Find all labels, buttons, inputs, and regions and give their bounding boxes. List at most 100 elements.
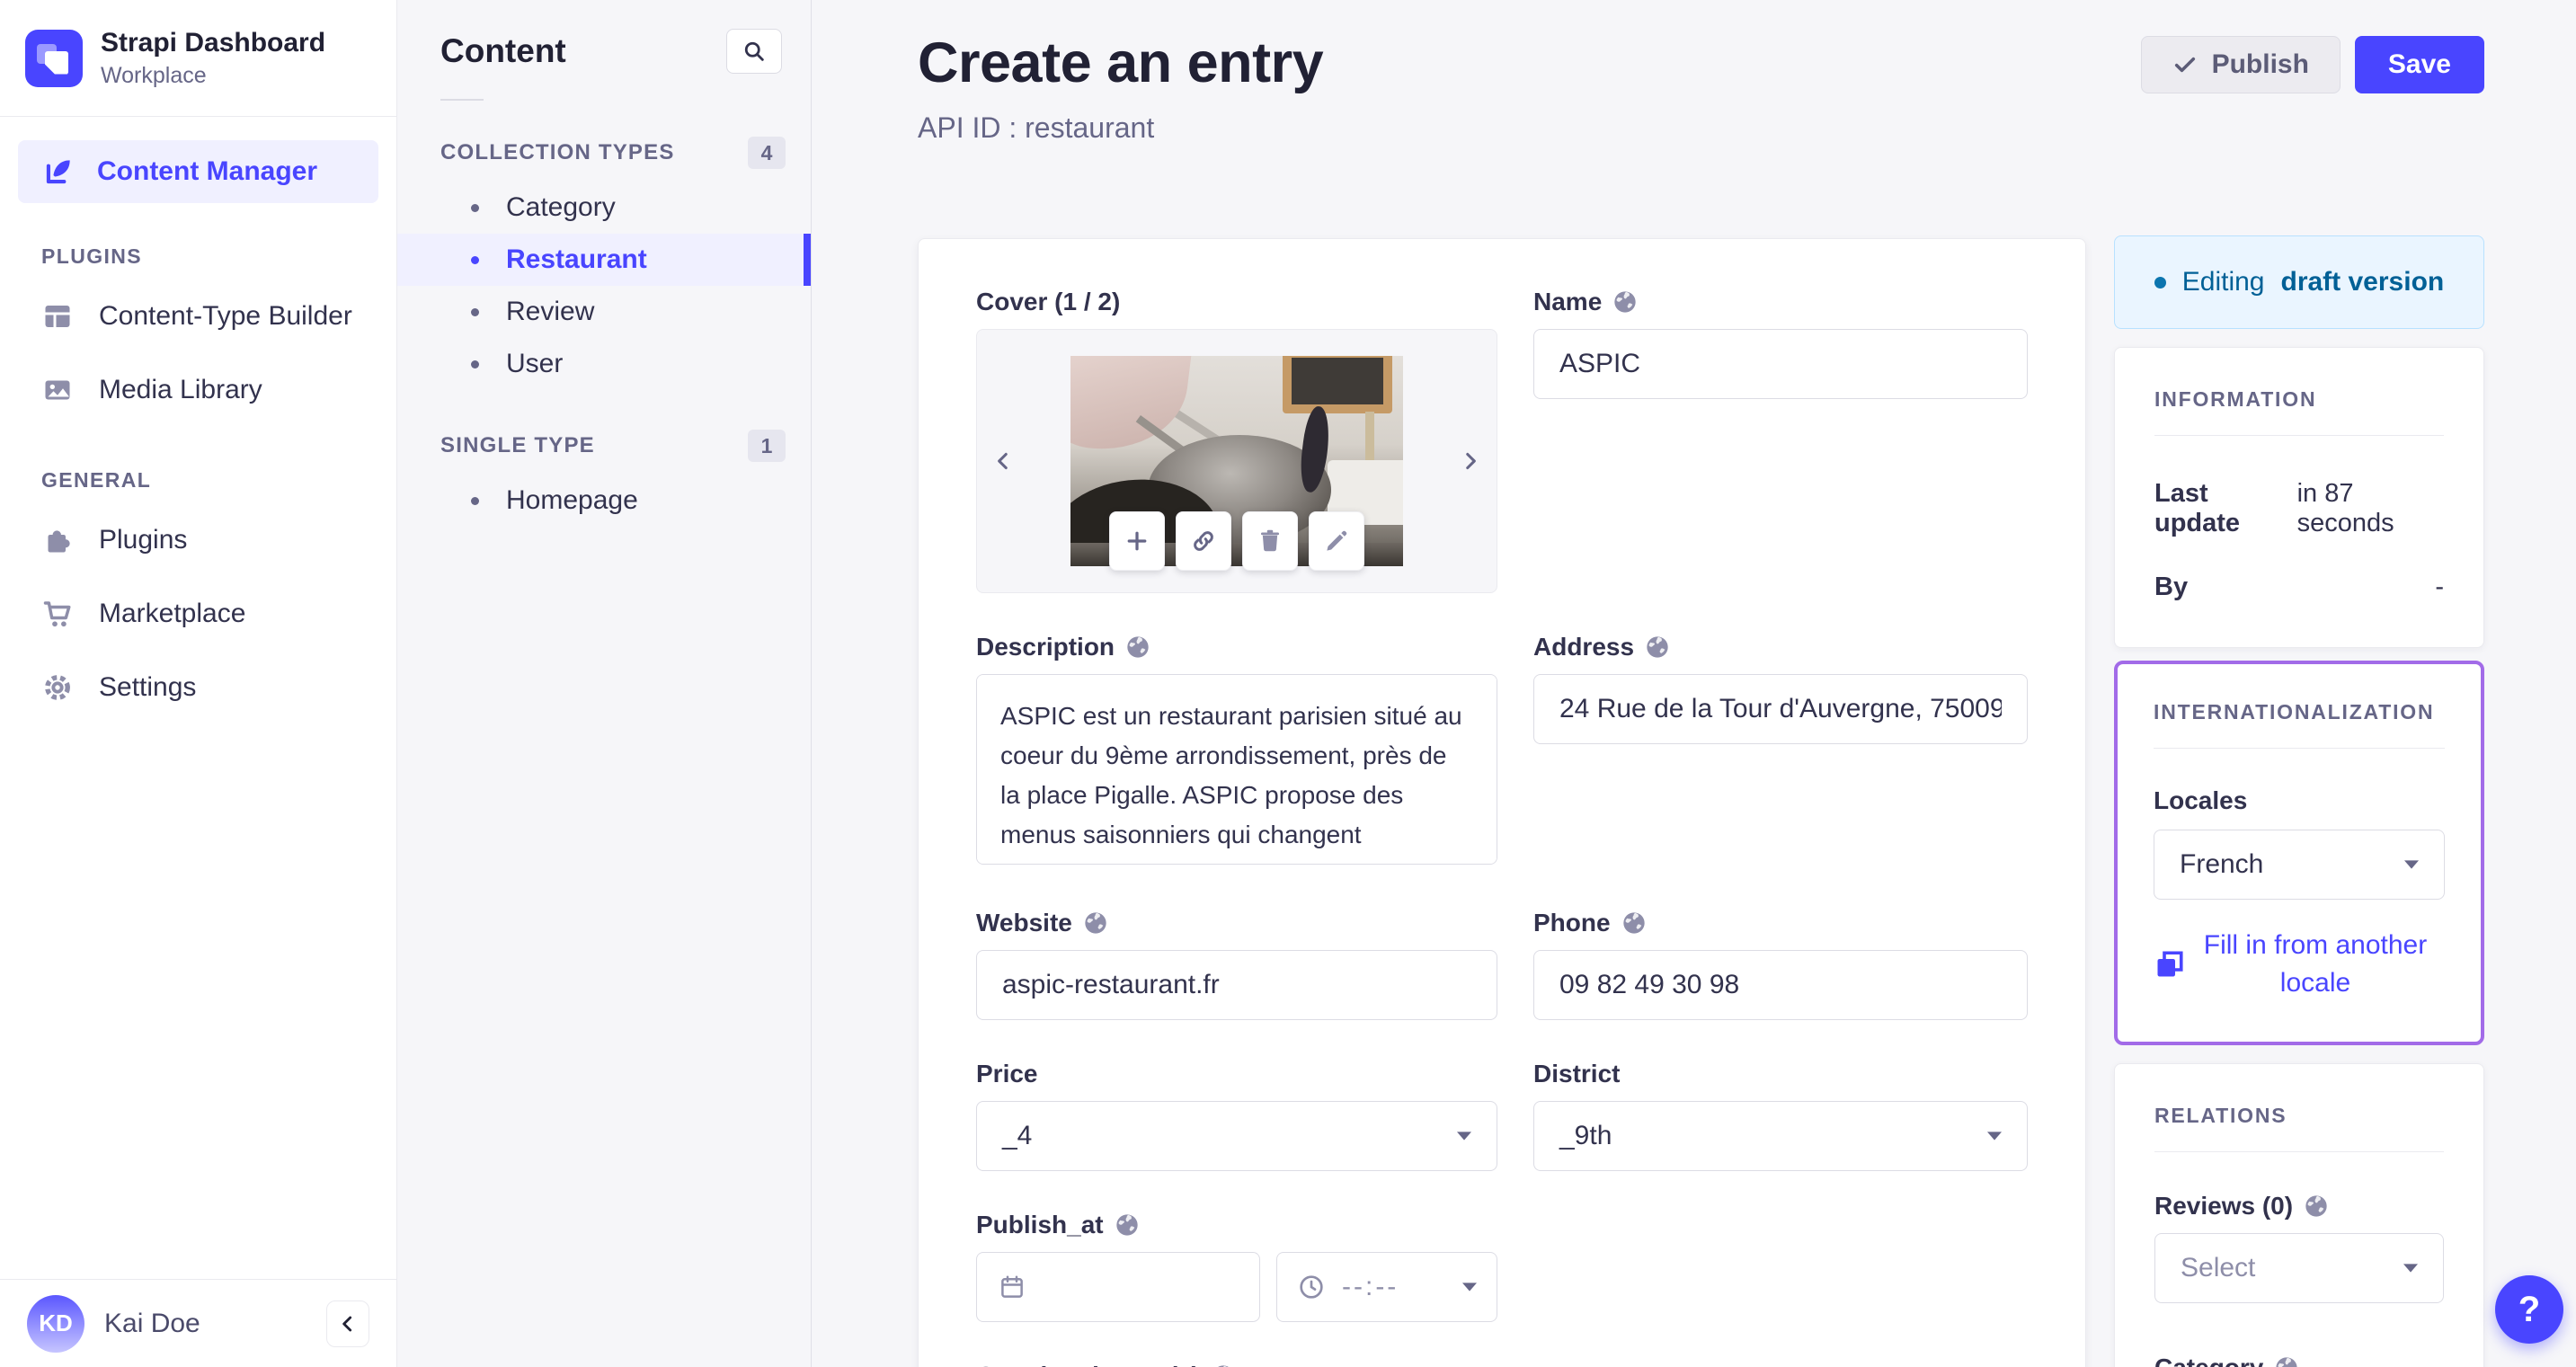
globe-icon	[1612, 289, 1638, 315]
field-opening-hours: Opening_hours (1)	[976, 1362, 1497, 1367]
price-select[interactable]: _4	[976, 1101, 1497, 1171]
collapse-sidebar-button[interactable]	[326, 1300, 369, 1347]
delete-asset-button[interactable]	[1242, 511, 1298, 571]
globe-icon	[2274, 1355, 2299, 1367]
field-cover: Cover (1 / 2)	[976, 288, 1497, 593]
cover-actions	[1109, 511, 1364, 571]
relations-card: RELATIONS Reviews (0) Select Category Se…	[2114, 1063, 2484, 1367]
clock-icon	[1297, 1273, 1326, 1301]
bullet-icon	[471, 255, 479, 264]
field-description: Description ASPIC est un restaurant pari…	[976, 633, 1497, 869]
globe-icon	[1621, 910, 1647, 936]
draft-dot-icon	[2154, 276, 2166, 288]
field-website: Website	[976, 909, 1497, 1020]
field-address: Address	[1533, 633, 2028, 744]
information-title: INFORMATION	[2154, 387, 2317, 411]
cart-icon	[41, 598, 76, 630]
edit-asset-button[interactable]	[1309, 511, 1364, 571]
caret-down-icon	[2404, 860, 2419, 869]
collection-types-label: COLLECTION TYPES	[440, 140, 675, 164]
image-icon	[41, 374, 76, 406]
caret-down-icon	[1987, 1132, 2002, 1141]
sidebar-item-settings[interactable]: Settings	[0, 651, 396, 724]
time-placeholder: --:--	[1342, 1272, 1399, 1301]
globe-icon	[1645, 635, 1670, 660]
strapi-logo-icon	[25, 29, 83, 87]
layout-icon	[41, 300, 76, 333]
add-asset-button[interactable]	[1109, 511, 1165, 571]
carousel-previous-button[interactable]	[991, 449, 1015, 473]
draft-status-banner: Editing draft version	[2114, 235, 2484, 329]
fill-from-locale-link[interactable]: Fill in from another locale	[2186, 927, 2445, 1002]
subnav-item-review[interactable]: Review	[397, 286, 811, 338]
by-row: By -	[2154, 573, 2444, 601]
time-picker-input[interactable]: --:--	[1276, 1252, 1497, 1322]
save-button[interactable]: Save	[2354, 36, 2484, 93]
sidebar-item-content-manager[interactable]: Content Manager	[18, 140, 378, 203]
sidebar-item-marketplace[interactable]: Marketplace	[0, 577, 396, 651]
sidebar-item-content-type-builder[interactable]: Content-Type Builder	[0, 280, 396, 353]
information-card: INFORMATION Last update in 87 seconds By…	[2114, 347, 2484, 648]
entry-side-panel: Editing draft version INFORMATION Last u…	[2114, 235, 2484, 1367]
search-icon	[742, 39, 767, 64]
locales-label: Locales	[2154, 786, 2248, 814]
subnav-title: Content	[440, 32, 566, 69]
collection-types-count-badge: 4	[748, 137, 786, 169]
date-picker-input[interactable]	[976, 1252, 1260, 1322]
single-type-label: SINGLE TYPE	[440, 433, 595, 457]
reviews-label: Reviews (0)	[2154, 1192, 2444, 1221]
last-update-row: Last update in 87 seconds	[2154, 479, 2394, 537]
field-district: District _9th	[1533, 1060, 2028, 1171]
copy-link-button[interactable]	[1176, 511, 1231, 571]
bullet-icon	[471, 203, 479, 212]
divider	[440, 99, 484, 101]
bullet-icon	[471, 307, 479, 316]
sidebar-item-media-library[interactable]: Media Library	[0, 353, 396, 427]
chevron-left-icon	[336, 1312, 360, 1336]
caret-down-icon	[1457, 1132, 1471, 1141]
subnav-item-homepage[interactable]: Homepage	[397, 475, 811, 527]
carousel-next-button[interactable]	[1459, 449, 1482, 473]
globe-icon	[2304, 1194, 2329, 1219]
brand-subtitle: Workplace	[101, 62, 207, 88]
pencil-icon	[1323, 528, 1350, 555]
globe-icon	[1125, 635, 1150, 660]
district-select[interactable]: _9th	[1533, 1101, 2028, 1171]
publish-button[interactable]: Publish	[2140, 36, 2341, 93]
description-textarea[interactable]: ASPIC est un restaurant parisien situé a…	[976, 674, 1497, 865]
subnav-item-user[interactable]: User	[397, 338, 811, 390]
check-icon	[2172, 52, 2198, 77]
sidebar-section-general: GENERAL Plugins Marketplace Settings	[0, 468, 396, 724]
subnav-item-category[interactable]: Category	[397, 182, 811, 234]
sidebar-item-plugins[interactable]: Plugins	[0, 503, 396, 577]
caret-down-icon	[1462, 1283, 1477, 1292]
globe-icon	[1211, 1363, 1236, 1367]
website-input[interactable]	[976, 950, 1497, 1020]
single-type-count-badge: 1	[748, 430, 786, 462]
search-button[interactable]	[726, 29, 782, 74]
calendar-icon	[999, 1274, 1026, 1300]
caret-down-icon	[2403, 1264, 2418, 1273]
phone-input[interactable]	[1533, 950, 2028, 1020]
content-subnav: Content COLLECTION TYPES 4 Category Rest…	[397, 0, 812, 1367]
section-label: PLUGINS	[41, 244, 143, 268]
category-label: Category	[2154, 1354, 2444, 1367]
reviews-select[interactable]: Select	[2154, 1233, 2444, 1303]
name-input[interactable]	[1533, 329, 2028, 399]
link-icon	[1190, 528, 1217, 555]
plus-icon	[1124, 528, 1150, 555]
user-name: Kai Doe	[104, 1308, 200, 1338]
trash-icon	[1257, 528, 1284, 555]
brand-title: Strapi Dashboard	[101, 27, 326, 58]
subnav-item-restaurant[interactable]: Restaurant	[397, 234, 811, 286]
internationalization-title: INTERNATIONALIZATION	[2154, 700, 2435, 723]
puzzle-icon	[41, 524, 76, 556]
locale-select[interactable]: French	[2154, 830, 2445, 900]
api-id-subtitle: API ID : restaurant	[918, 111, 1155, 144]
field-name: Name	[1533, 288, 2028, 399]
brand-header: Strapi Dashboard Workplace	[0, 0, 396, 117]
help-button[interactable]: ?	[2495, 1275, 2563, 1344]
address-input[interactable]	[1533, 674, 2028, 744]
bullet-icon	[471, 360, 479, 368]
main-content: Create an entry API ID : restaurant Publ…	[813, 0, 2576, 1367]
